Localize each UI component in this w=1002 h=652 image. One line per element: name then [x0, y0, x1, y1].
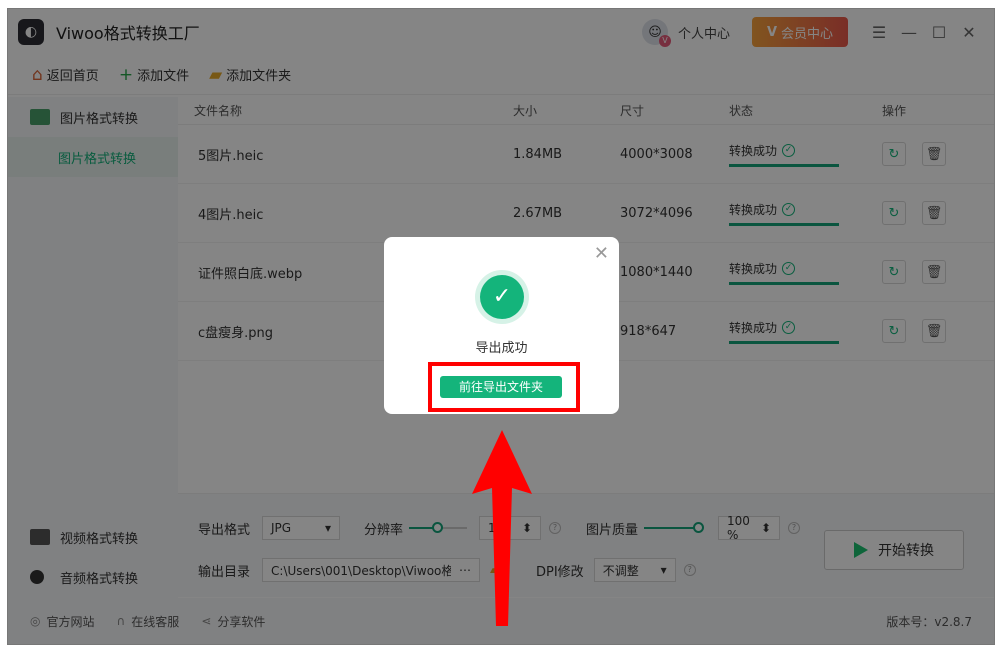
close-icon[interactable]: ✕: [594, 243, 609, 264]
check-icon: ✓: [480, 275, 524, 319]
export-success-message: 导出成功: [475, 341, 528, 356]
highlight-box: [428, 362, 580, 412]
red-arrow-annotation: [472, 430, 532, 626]
